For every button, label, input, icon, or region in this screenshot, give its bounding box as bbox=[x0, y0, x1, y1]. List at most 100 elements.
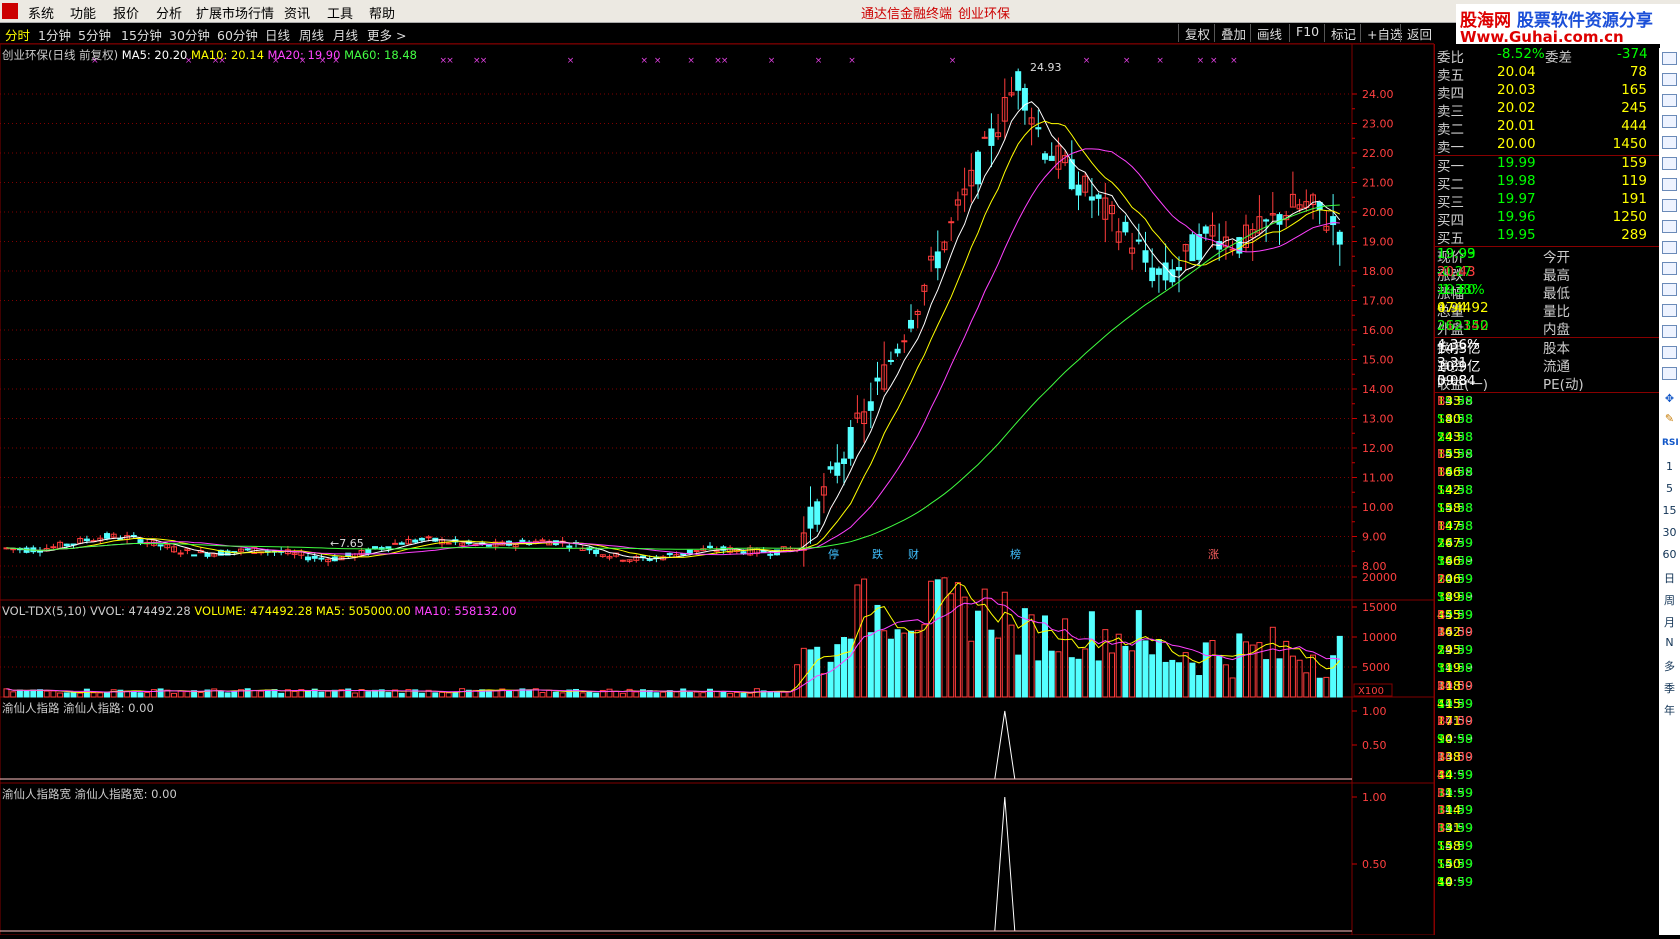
restore-rights-button[interactable]: 复权 bbox=[1178, 24, 1216, 42]
candle-down bbox=[988, 128, 995, 146]
volume-tick-label: 5000 bbox=[1362, 661, 1390, 674]
candle-up bbox=[693, 550, 700, 553]
side-period-3[interactable]: 15 bbox=[1662, 504, 1677, 517]
period-tab-monthly[interactable]: 月线 bbox=[333, 25, 358, 44]
side-period-11[interactable]: 季 bbox=[1662, 680, 1677, 696]
side-period-2[interactable]: 5 bbox=[1662, 482, 1677, 495]
volume-bar-down bbox=[774, 691, 780, 698]
event-tag: 涨 bbox=[1208, 548, 1219, 561]
indicator2-value: 渝仙人指路宽: 0.00 bbox=[74, 787, 177, 801]
volume-bar-up bbox=[1001, 591, 1008, 698]
volume-bar-up bbox=[492, 690, 499, 698]
volume-bar-up bbox=[10, 691, 17, 698]
side-period-10[interactable]: 多 bbox=[1662, 658, 1677, 674]
volume-bar-down bbox=[157, 688, 164, 698]
volume-bar-down bbox=[1042, 615, 1048, 698]
bars-icon[interactable] bbox=[1662, 157, 1677, 170]
volume-bar-down bbox=[1202, 642, 1209, 698]
chart-icon[interactable] bbox=[1662, 136, 1677, 149]
volume-bar-down bbox=[887, 638, 894, 698]
chart-icon[interactable] bbox=[1662, 304, 1677, 317]
bid-level-label: 买五 bbox=[1437, 231, 1464, 247]
period-tab-intraday[interactable]: 分时 bbox=[5, 25, 30, 44]
draw-line-button[interactable]: 画线 bbox=[1250, 24, 1288, 42]
period-tab-1min[interactable]: 1分钟 bbox=[38, 25, 71, 44]
volume-bar-down bbox=[1169, 659, 1176, 698]
move-icon[interactable]: ✥ bbox=[1662, 392, 1677, 405]
menu-analysis[interactable]: 分析 bbox=[156, 3, 182, 22]
table-icon[interactable] bbox=[1662, 199, 1677, 212]
list-icon[interactable] bbox=[1662, 115, 1677, 128]
candle-down bbox=[1202, 226, 1209, 234]
mark-button[interactable]: 标记 bbox=[1324, 24, 1362, 42]
volume-bar-down bbox=[720, 691, 727, 698]
period-tab-30min[interactable]: 30分钟 bbox=[169, 25, 210, 44]
period-tab-5min[interactable]: 5分钟 bbox=[78, 25, 111, 44]
candle-down bbox=[1196, 234, 1203, 260]
overlay-button[interactable]: 叠加 bbox=[1214, 24, 1252, 42]
tick-row: 14:58 19.99 166 B bbox=[1437, 464, 1657, 482]
menu-quote[interactable]: 报价 bbox=[113, 3, 139, 22]
back-button[interactable]: 返回 bbox=[1400, 24, 1438, 42]
side-period-7[interactable]: 周 bbox=[1662, 592, 1677, 608]
candlestick-chart[interactable]: 24.00 23.00 22.00 21.00 20.00 19.00 18.00 17.00… bbox=[0, 43, 1435, 936]
ask-row: 卖五 20.04 78 bbox=[1437, 64, 1657, 84]
menu-function[interactable]: 功能 bbox=[70, 3, 96, 22]
signal-marker: × bbox=[446, 56, 454, 66]
grid-icon[interactable] bbox=[1662, 178, 1677, 191]
page-icon[interactable] bbox=[1662, 94, 1677, 107]
candle-up bbox=[619, 559, 626, 562]
pencil-icon[interactable]: ✎ bbox=[1662, 412, 1677, 425]
circle-icon[interactable] bbox=[1662, 367, 1677, 380]
warning-icon[interactable] bbox=[1662, 325, 1677, 338]
volume-bar-down bbox=[807, 649, 814, 698]
side-period-6[interactable]: 日 bbox=[1662, 570, 1677, 586]
side-period-4[interactable]: 30 bbox=[1662, 526, 1677, 539]
ask-volume: 165 bbox=[1621, 82, 1647, 98]
volume-bar-up bbox=[1109, 652, 1115, 698]
period-tab-60min[interactable]: 60分钟 bbox=[217, 25, 258, 44]
formula-icon[interactable] bbox=[1662, 346, 1677, 359]
volume-bar-down bbox=[552, 691, 559, 698]
period-tab-15min[interactable]: 15分钟 bbox=[121, 25, 162, 44]
candle-up bbox=[177, 552, 184, 555]
bid-price: 19.96 bbox=[1497, 209, 1536, 225]
side-period-5[interactable]: 60 bbox=[1662, 548, 1677, 561]
candle-up bbox=[948, 221, 955, 224]
signal-marker: × bbox=[687, 56, 695, 66]
stat-row: 收益(一) 0.084 PE(动) 59.8 bbox=[1437, 373, 1657, 393]
menu-help[interactable]: 帮助 bbox=[369, 3, 395, 22]
menu-tools[interactable]: 工具 bbox=[327, 3, 353, 22]
indicator1-header: 渝仙人指路 渝仙人指路: 0.00 bbox=[2, 700, 154, 716]
tick-row: 14:59 19.98 90 S bbox=[1437, 731, 1657, 749]
side-period-8[interactable]: 月 bbox=[1662, 614, 1677, 630]
side-period-0[interactable]: RSI bbox=[1662, 438, 1679, 448]
candle-down bbox=[318, 557, 325, 560]
menu-system[interactable]: 系统 bbox=[28, 3, 54, 22]
side-period-9[interactable]: N bbox=[1662, 636, 1677, 649]
price-tick-label: 9.00 bbox=[1362, 531, 1387, 544]
f10-icon[interactable] bbox=[1662, 241, 1677, 254]
calendar-icon[interactable] bbox=[1662, 220, 1677, 233]
arrow-down-icon[interactable] bbox=[1662, 73, 1677, 86]
volume-bar-up bbox=[50, 690, 57, 698]
volume-bar-down bbox=[934, 579, 941, 698]
f10-button[interactable]: F10 bbox=[1289, 24, 1325, 42]
volume-bar-down bbox=[680, 688, 687, 698]
menu-news[interactable]: 资讯 bbox=[284, 3, 310, 22]
bid-volume: 159 bbox=[1621, 155, 1647, 171]
side-period-12[interactable]: 年 bbox=[1662, 702, 1677, 718]
volume-unit-label: X100 bbox=[1358, 686, 1384, 697]
ask-price: 20.03 bbox=[1497, 82, 1536, 98]
period-tab-more[interactable]: 更多 > bbox=[367, 25, 406, 44]
tick-side: B bbox=[1437, 749, 1446, 764]
menu-extended-market[interactable]: 扩展市场行情 bbox=[196, 3, 274, 22]
period-tab-weekly[interactable]: 周线 bbox=[299, 25, 324, 44]
app-logo-icon bbox=[2, 3, 18, 19]
arrow-up-icon[interactable] bbox=[1662, 52, 1677, 65]
page-icon[interactable] bbox=[1662, 283, 1677, 296]
side-period-1[interactable]: 1 bbox=[1662, 460, 1677, 473]
period-tab-daily[interactable]: 日线 bbox=[265, 25, 290, 44]
info-icon[interactable] bbox=[1662, 262, 1677, 275]
chart-area[interactable]: 24.00 23.00 22.00 21.00 20.00 19.00 18.00 17.00… bbox=[0, 43, 1435, 936]
